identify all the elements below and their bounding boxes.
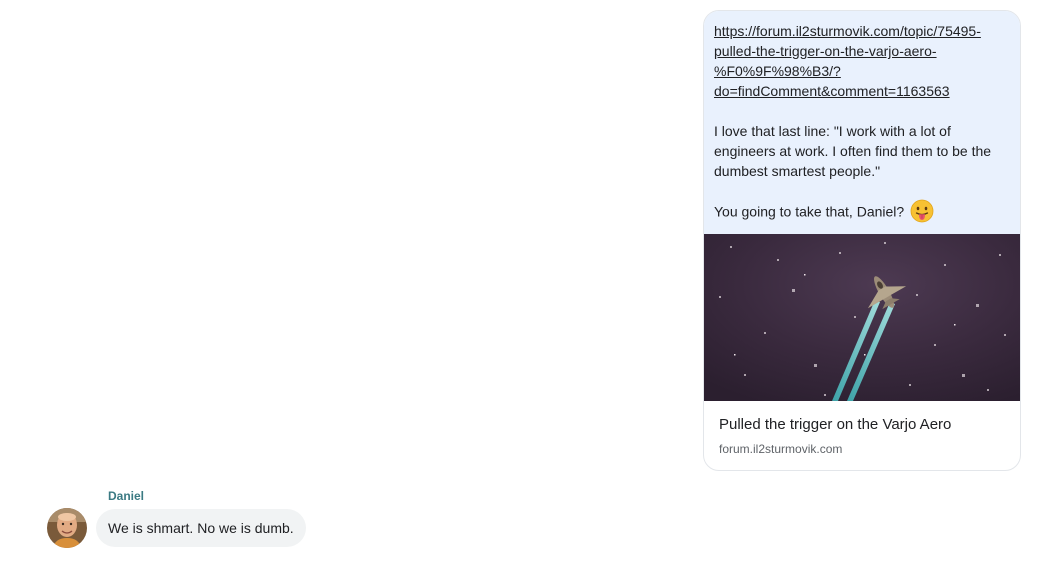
shared-link-line[interactable]: %F0%9F%98%B3/? xyxy=(714,63,841,79)
link-preview-domain: forum.il2sturmovik.com xyxy=(719,442,843,456)
shared-link-line[interactable]: https://forum.il2sturmovik.com/topic/754… xyxy=(714,23,981,39)
link-preview-image[interactable] xyxy=(704,234,1021,401)
message-line: engineers at work. I often find them to … xyxy=(714,143,992,159)
link-preview-title[interactable]: Pulled the trigger on the Varjo Aero xyxy=(719,415,1005,435)
link-preview-meta[interactable]: Pulled the trigger on the Varjo Aero for… xyxy=(704,401,1020,457)
outgoing-message[interactable]: https://forum.il2sturmovik.com/topic/754… xyxy=(703,10,1021,471)
message-line: You going to take that, Daniel? xyxy=(714,203,905,220)
message-line: dumbest smartest people." xyxy=(714,163,881,179)
message-line: I love that last line: "I work with a lo… xyxy=(714,123,951,139)
message-paragraph: You going to take that, Daniel? xyxy=(714,199,1010,225)
avatar[interactable] xyxy=(47,508,87,548)
shared-link-line[interactable]: do=findComment&comment=1163563 xyxy=(714,83,950,99)
outgoing-message-text: https://forum.il2sturmovik.com/topic/754… xyxy=(704,11,1020,234)
sender-name: Daniel xyxy=(108,489,145,503)
shared-link-line[interactable]: pulled-the-trigger-on-the-varjo-aero- xyxy=(714,43,937,59)
message-paragraph: I love that last line: "I work with a lo… xyxy=(714,121,1010,181)
shared-link[interactable]: https://forum.il2sturmovik.com/topic/754… xyxy=(714,21,1010,101)
chat-view: https://forum.il2sturmovik.com/topic/754… xyxy=(0,0,1037,578)
tongue-out-emoji-icon xyxy=(910,199,934,223)
incoming-message[interactable]: We is shmart. No we is dumb. xyxy=(96,509,306,547)
